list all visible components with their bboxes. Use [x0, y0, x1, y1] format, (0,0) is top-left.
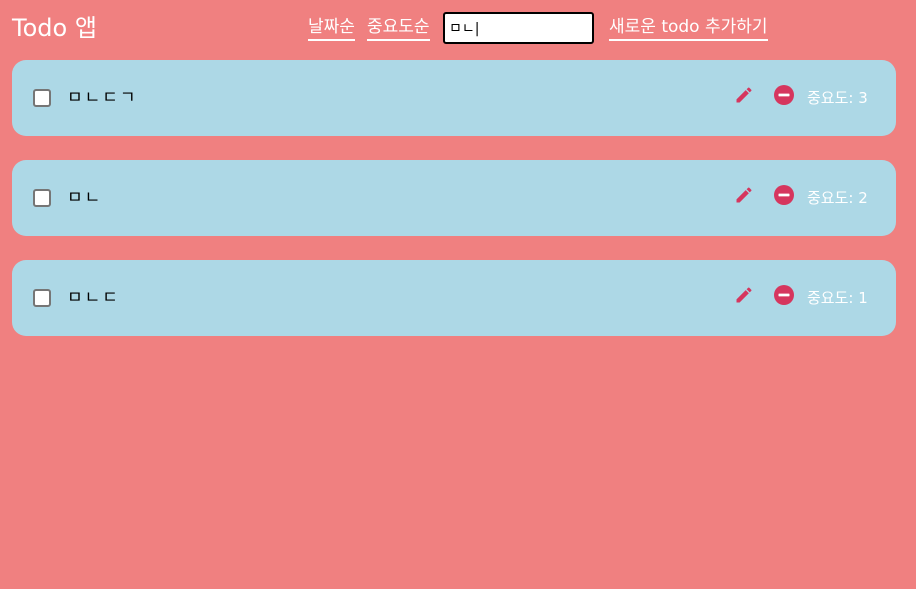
- todo-text: ㅁㄴㄷ: [67, 288, 120, 308]
- todo-list: ㅁㄴㄷㄱ 중요도: 3 ㅁㄴ 중요도: 2 ㅁㄴㄷ 중요도: 1: [12, 60, 896, 360]
- todo-checkbox[interactable]: [33, 89, 51, 107]
- todo-item: ㅁㄴ 중요도: 2: [12, 160, 896, 236]
- search-input[interactable]: [443, 12, 594, 44]
- todo-item: ㅁㄴㄷㄱ 중요도: 3: [12, 60, 896, 136]
- todo-checkbox[interactable]: [33, 189, 51, 207]
- todo-checkbox[interactable]: [33, 289, 51, 307]
- pencil-icon[interactable]: [734, 85, 754, 105]
- minus-circle-icon[interactable]: [774, 85, 794, 105]
- minus-circle-icon[interactable]: [774, 285, 794, 305]
- todo-text: ㅁㄴㄷㄱ: [67, 88, 138, 108]
- minus-circle-icon[interactable]: [774, 185, 794, 205]
- priority-label: 중요도: 3: [807, 89, 868, 107]
- priority-label: 중요도: 1: [807, 289, 868, 307]
- sort-by-date-link[interactable]: 날짜순: [308, 16, 355, 41]
- add-todo-link[interactable]: 새로운 todo 추가하기: [609, 16, 768, 41]
- pencil-icon[interactable]: [734, 285, 754, 305]
- sort-by-priority-link[interactable]: 중요도순: [367, 16, 430, 41]
- todo-text: ㅁㄴ: [67, 188, 103, 208]
- pencil-icon[interactable]: [734, 185, 754, 205]
- app-header: Todo 앱 날짜순 중요도순 새로운 todo 추가하기: [0, 0, 916, 58]
- todo-item: ㅁㄴㄷ 중요도: 1: [12, 260, 896, 336]
- priority-label: 중요도: 2: [807, 189, 868, 207]
- app-title: Todo 앱: [12, 14, 97, 42]
